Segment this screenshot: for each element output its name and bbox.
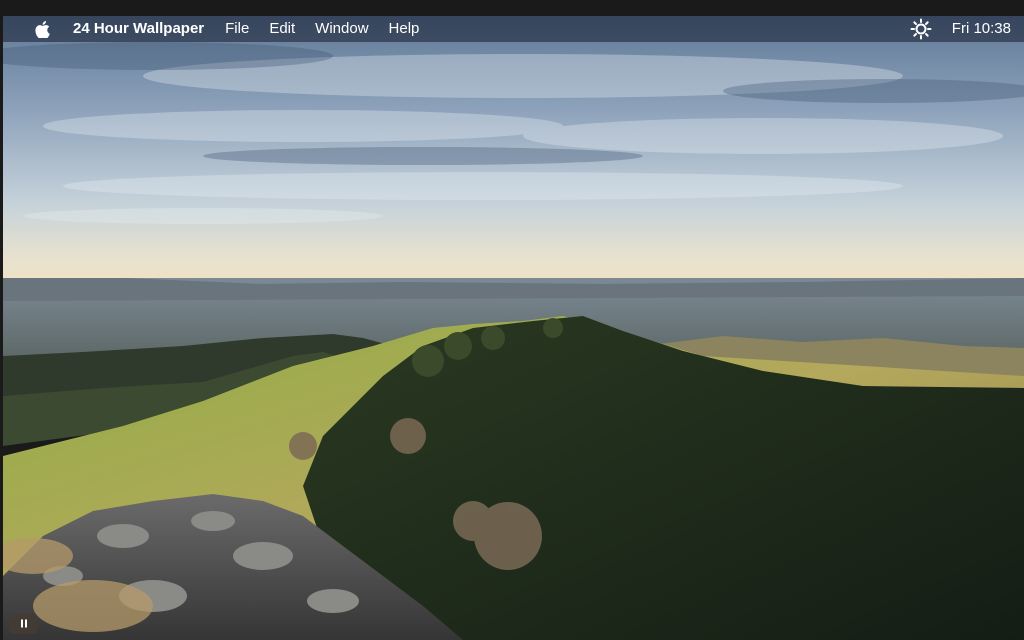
- desktop-screen: 24 Hour Wallpaper File Edit Window Help: [0, 0, 1024, 640]
- menu-bar-left: 24 Hour Wallpaper File Edit Window Help: [3, 16, 429, 42]
- pause-icon: [20, 615, 28, 633]
- apple-icon[interactable]: [33, 20, 51, 38]
- menu-help[interactable]: Help: [379, 16, 430, 42]
- app-name-menu[interactable]: 24 Hour Wallpaper: [73, 16, 215, 42]
- sun-icon[interactable]: [910, 18, 932, 40]
- menu-bar-clock[interactable]: Fri 10:38: [952, 16, 1011, 42]
- menu-edit[interactable]: Edit: [259, 16, 305, 42]
- menu-file[interactable]: File: [215, 16, 259, 42]
- desktop-wallpaper: [3, 16, 1024, 640]
- menu-window[interactable]: Window: [305, 16, 378, 42]
- menu-bar: 24 Hour Wallpaper File Edit Window Help: [3, 16, 1024, 42]
- pause-button[interactable]: [10, 614, 37, 634]
- landscape-illustration: [3, 16, 1024, 640]
- menu-bar-right: Fri 10:38: [910, 16, 1024, 42]
